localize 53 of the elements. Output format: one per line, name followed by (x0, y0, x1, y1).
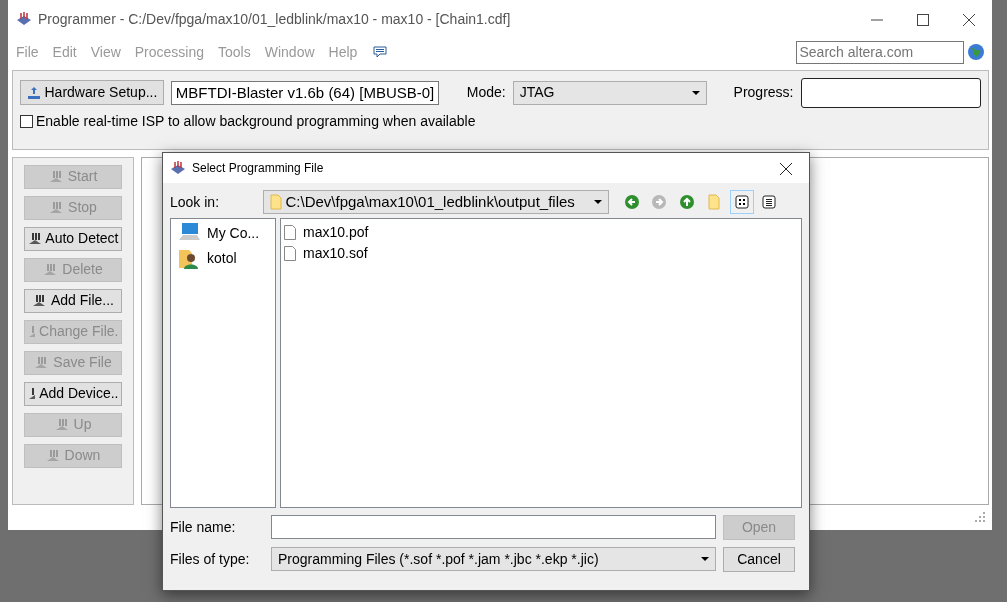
place-item[interactable]: kotol (178, 247, 275, 270)
menu-item[interactable]: Edit (52, 41, 77, 63)
menu-item[interactable]: File (16, 41, 39, 63)
caret-icon (691, 90, 700, 95)
hardware-icon (26, 85, 41, 100)
mode-dropdown[interactable]: JTAG (512, 80, 707, 105)
search-field[interactable]: Search altera.com (795, 40, 964, 64)
menu-item[interactable]: Help (328, 41, 358, 63)
close-icon (963, 13, 975, 26)
document-icon (284, 225, 296, 240)
document-icon (284, 246, 296, 261)
user-folder-icon (178, 247, 200, 270)
file-name-field[interactable] (271, 515, 716, 539)
side-button[interactable]: Add Device.. (23, 381, 122, 406)
look-in-dropdown[interactable]: C:\Dev\fpga\max10\01_ledblink\output_files (263, 190, 609, 214)
progress-label: Progress: (733, 83, 794, 102)
chat-icon[interactable] (373, 45, 388, 59)
grid-view-button[interactable] (729, 190, 754, 214)
minimize-icon (871, 18, 883, 21)
programming-file-entry[interactable]: max10.pof (284, 222, 801, 243)
caret-icon (701, 557, 709, 561)
grid-view-icon (733, 194, 750, 210)
file-name-label: File name: (170, 517, 237, 537)
app-logo-icon (16, 11, 32, 27)
file-type-label: Files of type: (170, 549, 251, 569)
side-button[interactable]: Add File... (23, 288, 122, 313)
isp-label: Enable real-time ISP to allow background programming when available (36, 112, 476, 131)
app-logo-icon (170, 160, 186, 176)
cancel-button[interactable]: Cancel (723, 546, 795, 572)
resize-grip-icon[interactable] (975, 512, 985, 522)
mode-label: Mode: (466, 83, 506, 102)
close-icon (780, 162, 792, 175)
hardware-setup-button[interactable]: Hardware Setup... (19, 80, 165, 105)
menu-item[interactable]: Processing (134, 41, 205, 63)
programming-file-entry[interactable]: max10.sof (284, 243, 801, 264)
checkbox[interactable] (19, 115, 33, 128)
programmer-icon (31, 293, 47, 308)
folder-icon (270, 194, 282, 210)
look-in-label: Look in: (170, 192, 221, 212)
menu-item[interactable]: Window (264, 41, 315, 63)
dialog-title: Select Programming File (192, 160, 324, 177)
window-title: Programmer - C:/Dev/fpga/max10/01_ledblink/max10 - max10 - [Chain1.cdf] (38, 9, 511, 29)
file-type-dropdown[interactable]: Programming Files (*.sof *.pof *.jam *.jbc *.ekp *.jic) (271, 547, 716, 571)
menu-item[interactable]: View (90, 41, 121, 63)
menu-item[interactable]: Tools (218, 41, 251, 63)
globe-icon[interactable] (967, 43, 985, 61)
list-view-icon (761, 194, 777, 210)
place-item[interactable]: My Co... (178, 222, 275, 244)
folder-icon (706, 194, 722, 210)
maximize-icon (917, 13, 929, 26)
side-button[interactable]: Auto Detect (23, 226, 122, 251)
hardware-field[interactable]: MBFTDI-Blaster v1.6b (64) [MBUSB-0] (171, 80, 439, 105)
caret-icon (594, 200, 602, 204)
